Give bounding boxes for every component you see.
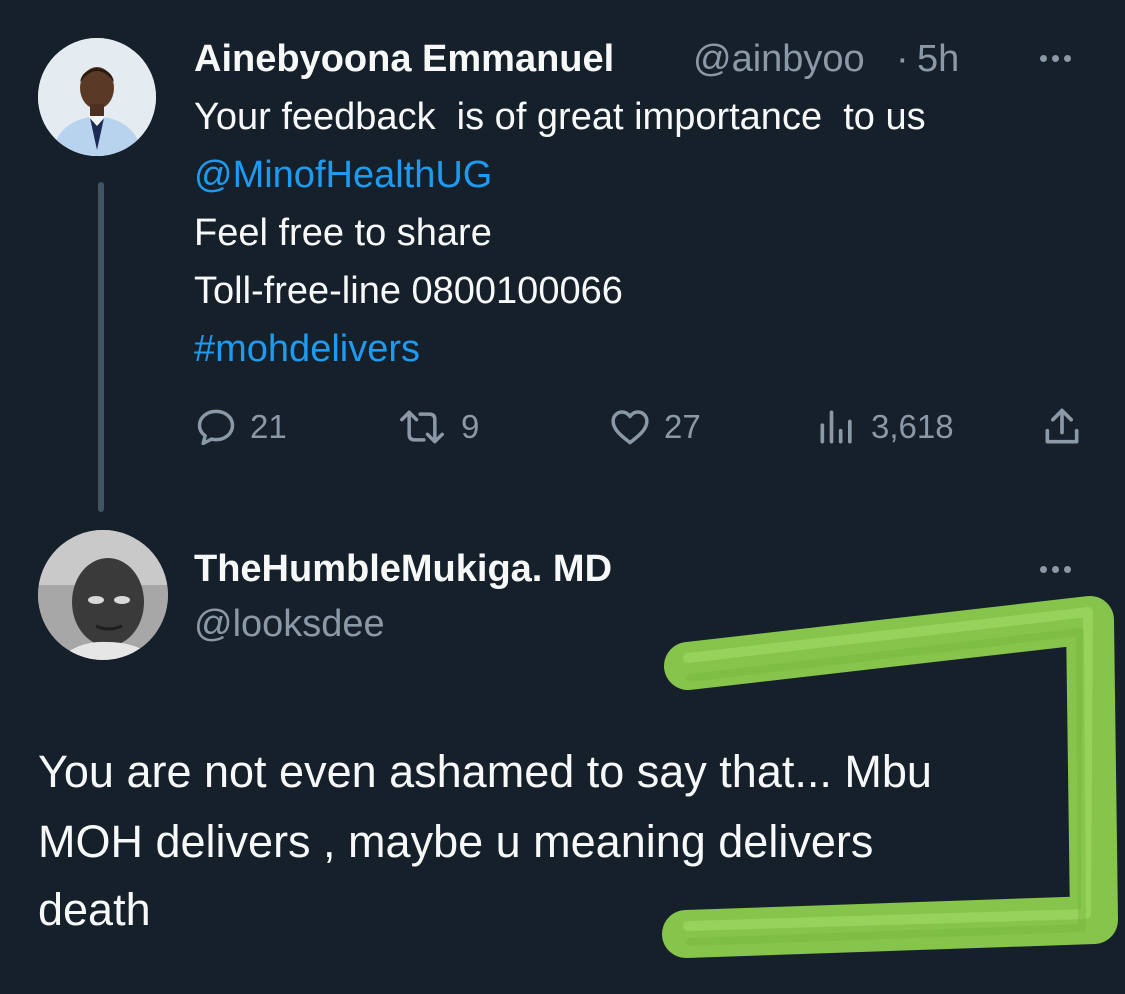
avatar-thehumblemukiga-photo — [38, 530, 168, 660]
tweet-meta-separator: · — [896, 38, 909, 80]
more-dots-icon[interactable] — [1040, 55, 1071, 62]
reply-text-line: You are not even ashamed to say that... … — [38, 746, 932, 797]
reply-author-name[interactable]: TheHumbleMukiga. MD — [194, 548, 612, 591]
tweet-author-name[interactable]: Ainebyoona Emmanuel — [194, 38, 614, 81]
tweet-text-line: Your feedback is of great importance to … — [194, 96, 926, 138]
like-button[interactable]: 27 — [608, 403, 701, 451]
reply-button[interactable]: 21 — [194, 403, 287, 451]
heart-icon — [611, 410, 649, 445]
view-count: 3,618 — [871, 408, 954, 445]
avatar-thehumblemukiga[interactable] — [38, 530, 168, 660]
avatar-ainebyoona-photo — [38, 38, 156, 156]
thread-connector-line — [98, 182, 104, 512]
share-icon — [1045, 408, 1079, 444]
reply-count: 21 — [250, 408, 287, 445]
tweet-text-line: Feel free to share — [194, 212, 492, 254]
reply-text-line: death — [38, 884, 151, 935]
reply-text-line: MOH delivers , maybe u meaning delivers — [38, 816, 874, 867]
reply-author-handle[interactable]: @looksdee — [194, 603, 385, 646]
hashtag-link[interactable]: #mohdelivers — [194, 327, 420, 371]
tweet-text-line: Toll-free-line 0800100066 — [194, 270, 623, 312]
retweet-count: 9 — [461, 408, 480, 445]
share-button[interactable] — [1040, 403, 1084, 451]
mention-link[interactable]: @MinofHealthUG — [194, 153, 492, 197]
views-button[interactable]: 3,618 — [815, 403, 954, 451]
retweet-button[interactable]: 9 — [395, 403, 479, 451]
tweet-author-handle[interactable]: @ainbyoo — [693, 38, 865, 81]
bar-chart-icon — [820, 410, 852, 444]
avatar-ainebyoona[interactable] — [38, 38, 156, 156]
speech-bubble-icon — [197, 409, 235, 446]
retweet-icon — [400, 410, 444, 444]
tweet-timestamp[interactable]: 5h — [917, 38, 959, 81]
like-count: 27 — [664, 408, 701, 445]
more-dots-icon[interactable] — [1040, 566, 1071, 573]
